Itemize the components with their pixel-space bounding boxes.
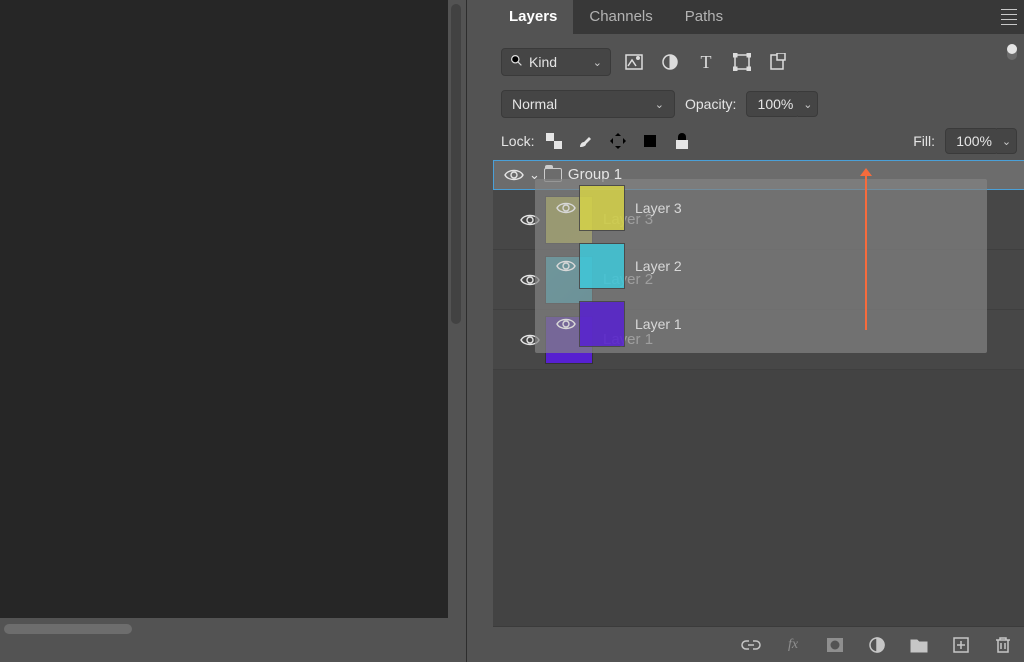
layer-group-row[interactable]: ⌄ Group 1 [493,160,1024,190]
tab-paths[interactable]: Paths [669,0,739,34]
layer-name-label[interactable]: Layer 2 [603,271,653,288]
layer-name-label[interactable]: Layer 1 [603,331,653,348]
visibility-eye-icon[interactable] [499,168,529,182]
group-name[interactable]: Group 1 [568,166,622,183]
visibility-eye-icon[interactable] [515,333,545,347]
panel-bottom-toolbar: fx [493,626,1024,662]
canvas-vertical-scrollbar[interactable] [448,0,466,618]
search-icon [510,54,523,70]
new-layer-icon[interactable] [951,635,971,655]
layer-mask-icon[interactable] [825,635,845,655]
blend-row: Normal ⌄ Opacity: 100% ⌄ [493,86,1024,126]
fill-value: 100% [956,133,992,149]
layer-row[interactable]: Layer 3 [493,190,1024,250]
folder-icon [544,168,562,182]
disclosure-open-icon[interactable]: ⌄ [529,167,544,183]
layer-style-icon[interactable]: fx [783,635,803,655]
delete-layer-icon[interactable] [993,635,1013,655]
layer-filter-row: Kind ⌄ T [493,34,1024,86]
new-group-icon[interactable] [909,635,929,655]
filter-toggle-switch[interactable] [1007,49,1017,76]
tab-layers[interactable]: Layers [493,0,573,34]
opacity-label: Opacity: [685,96,736,112]
lock-artboard-icon[interactable] [640,131,660,151]
chevron-down-icon: ⌄ [655,98,664,111]
filter-kind-label: Kind [529,54,557,70]
vertical-scrollbar-thumb[interactable] [451,4,461,324]
filter-pixel-icon[interactable] [625,53,643,71]
layer-row[interactable]: Layer 2 [493,250,1024,310]
chevron-down-icon: ⌄ [803,98,812,111]
layer-list: ⌄ Group 1 Layer 3 [493,160,1024,370]
lock-row: Lock: Fill: [493,126,1024,164]
layer-thumbnail[interactable] [545,196,593,244]
layer-name-label[interactable]: Layer 3 [603,211,653,228]
fill-field[interactable]: 100% [945,128,999,154]
fill-stepper[interactable]: ⌄ [997,128,1017,154]
filter-smartobject-icon[interactable] [769,53,787,71]
layer-thumbnail[interactable] [545,316,593,364]
visibility-eye-icon[interactable] [515,273,545,287]
link-layers-icon[interactable] [741,635,761,655]
canvas-bottom-bar [0,636,466,662]
layer-thumbnail[interactable] [545,256,593,304]
visibility-eye-icon[interactable] [515,213,545,227]
document-canvas[interactable] [0,0,448,618]
fill-label: Fill: [913,133,935,149]
tab-channels[interactable]: Channels [573,0,668,34]
panel-menu-icon[interactable] [1001,0,1024,34]
lock-all-icon[interactable] [672,131,692,151]
chevron-down-icon: ⌄ [593,56,602,69]
filter-type-icon[interactable]: T [697,53,715,71]
opacity-stepper[interactable]: ⌄ [798,91,818,117]
lock-brush-icon[interactable] [576,131,596,151]
canvas-area [0,0,466,662]
filter-kind-dropdown[interactable]: Kind ⌄ [501,48,611,76]
opacity-value: 100% [758,96,794,112]
adjustment-layer-icon[interactable] [867,635,887,655]
filter-shape-icon[interactable] [733,53,751,71]
lock-label: Lock: [501,133,534,149]
layer-row[interactable]: Layer 1 [493,310,1024,370]
blend-mode-dropdown[interactable]: Normal ⌄ [501,90,675,118]
canvas-horizontal-scrollbar[interactable] [0,618,466,636]
panel-tabs: Layers Channels Paths [493,0,1024,34]
lock-transparency-icon[interactable] [544,131,564,151]
opacity-field[interactable]: 100% [746,91,800,117]
lock-move-icon[interactable] [608,131,628,151]
blend-mode-value: Normal [512,96,557,112]
chevron-down-icon: ⌄ [1002,135,1011,148]
layers-panel: Layers Channels Paths Kind ⌄ [466,0,1024,662]
filter-adjustment-icon[interactable] [661,53,679,71]
horizontal-scrollbar-thumb[interactable] [4,624,132,634]
